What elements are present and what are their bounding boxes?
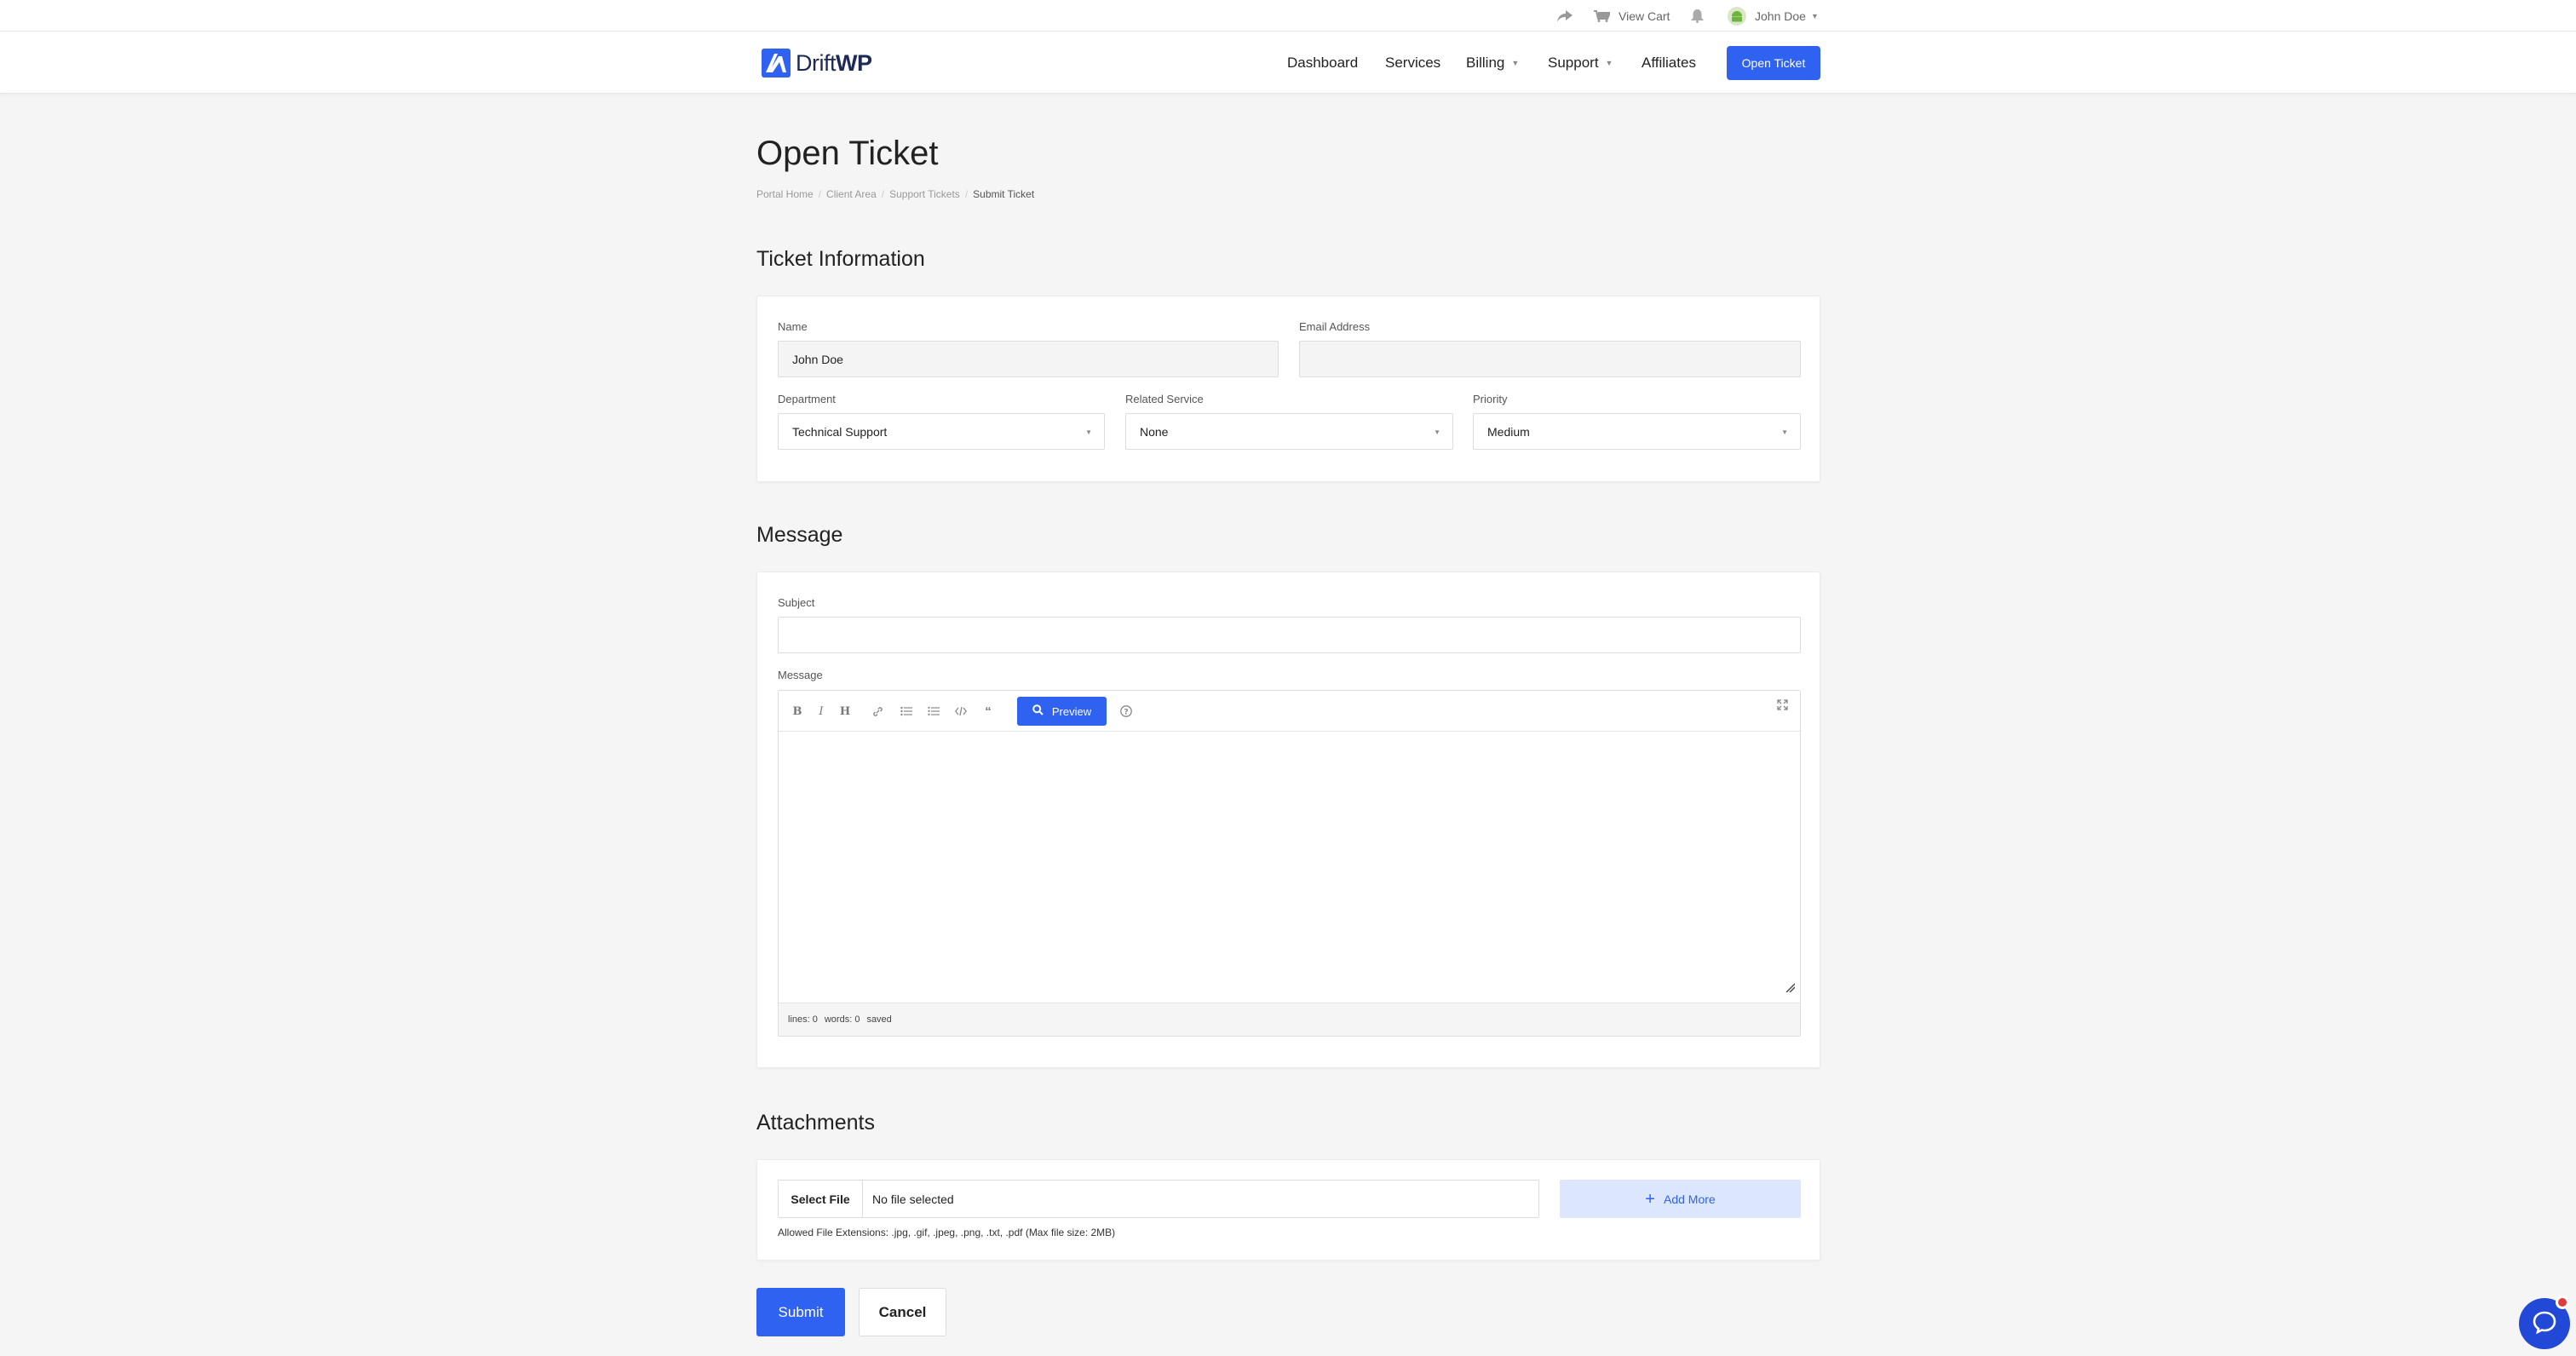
breadcrumb-portal-home[interactable]: Portal Home [756,188,814,200]
attachments-card: Select File No file selected + Add More … [756,1159,1820,1261]
main-navbar: DriftWP Dashboard Services Billing ▼ Supp… [0,32,2576,94]
add-more-label: Add More [1663,1192,1716,1206]
top-utility-bar: View Cart John Doe ▼ [0,0,2576,32]
bold-icon[interactable]: B [789,703,806,720]
add-more-button[interactable]: + Add More [1560,1180,1801,1218]
chevron-down-icon: ▼ [1434,428,1440,436]
nav-dashboard-label: Dashboard [1287,54,1359,71]
notification-badge [2556,1296,2569,1309]
submit-button[interactable]: Submit [756,1288,845,1336]
name-field[interactable]: John Doe [778,341,1279,377]
heading-icon[interactable]: H [837,703,854,720]
status-lines: lines: 0 [788,1014,818,1025]
breadcrumb-separator: / [818,188,822,200]
priority-value: Medium [1487,424,1530,439]
user-name: John Doe [1755,9,1806,23]
view-cart-label: View Cart [1619,9,1670,23]
file-input[interactable]: Select File No file selected [778,1180,1539,1218]
status-words: words: 0 [824,1014,860,1025]
select-file-button[interactable]: Select File [779,1181,863,1217]
department-select[interactable]: Technical Support ▼ [778,413,1105,450]
ticket-information-card: Name John Doe Email Address Department T… [756,296,1820,482]
cancel-button[interactable]: Cancel [859,1288,946,1336]
ordered-list-icon[interactable] [925,703,942,720]
unordered-list-icon[interactable] [898,703,915,720]
bell-icon[interactable] [1691,0,1704,32]
chevron-down-icon: ▼ [1781,428,1788,436]
plus-icon: + [1645,1189,1655,1209]
related-service-select[interactable]: None ▼ [1125,413,1453,450]
nav-affiliates[interactable]: Affiliates [1642,32,1696,94]
nav-billing[interactable]: Billing ▼ [1466,32,1519,94]
nav-dashboard[interactable]: Dashboard [1287,32,1358,94]
chevron-down-icon: ▼ [1085,428,1092,436]
preview-button[interactable]: Preview [1017,697,1107,726]
department-label: Department [778,393,836,405]
brand-name-bold: WP [836,49,872,76]
open-ticket-button[interactable]: Open Ticket [1727,46,1820,80]
attachments-heading: Attachments [756,1111,875,1135]
help-icon[interactable]: ? [1118,703,1135,720]
breadcrumb-separator: / [964,188,969,200]
user-menu[interactable]: John Doe ▼ [1728,0,1819,32]
email-field[interactable] [1299,341,1801,377]
markdown-editor: B I H “ Preview ? lines: 0 words: 0 save… [778,690,1801,1037]
chevron-down-icon: ▼ [1810,11,1819,20]
editor-statusbar: lines: 0 words: 0 saved [779,1003,1800,1036]
view-cart-link[interactable]: View Cart [1594,0,1670,32]
nav-support[interactable]: Support ▼ [1548,32,1613,94]
subject-label: Subject [778,596,815,609]
subject-input[interactable] [778,617,1801,653]
code-icon[interactable] [952,703,969,720]
brand-name: DriftWP [796,50,872,77]
name-label: Name [778,320,808,333]
file-name-display: No file selected [872,1192,954,1206]
priority-select[interactable]: Medium ▼ [1473,413,1801,450]
driftwp-logo-icon [762,49,791,78]
nav-support-label: Support [1548,54,1599,71]
nav-affiliates-label: Affiliates [1642,54,1696,71]
share-icon[interactable] [1557,0,1573,32]
breadcrumb-current: Submit Ticket [973,188,1035,200]
cart-icon [1594,9,1610,22]
svg-text:?: ? [1124,708,1128,716]
ticket-information-heading: Ticket Information [756,247,925,271]
department-value: Technical Support [792,424,888,439]
message-label: Message [778,669,823,681]
message-heading: Message [756,523,843,547]
nav-billing-label: Billing [1466,54,1505,71]
fullscreen-icon[interactable] [1774,696,1791,713]
chevron-down-icon: ▼ [1511,58,1520,67]
breadcrumb-support-tickets[interactable]: Support Tickets [889,188,960,200]
resize-handle-icon[interactable] [1785,981,1796,997]
breadcrumb-separator: / [881,188,885,200]
link-icon[interactable] [869,703,886,720]
breadcrumb-client-area[interactable]: Client Area [826,188,877,200]
android-avatar-icon [1728,6,1746,26]
brand-name-light: Drift [796,49,837,76]
quote-icon[interactable]: “ [980,703,997,720]
editor-toolbar: B I H “ Preview ? [779,691,1800,732]
related-service-label: Related Service [1125,393,1204,405]
nav-services[interactable]: Services [1385,32,1440,94]
nav-services-label: Services [1385,54,1441,71]
priority-label: Priority [1473,393,1508,405]
brand-logo[interactable]: DriftWP [762,49,872,78]
editor-textarea[interactable] [779,732,1800,1003]
allowed-extensions-note: Allowed File Extensions: .jpg, .gif, .jp… [778,1227,1116,1238]
related-service-value: None [1140,424,1169,439]
preview-label: Preview [1051,704,1092,718]
search-icon [1032,704,1044,718]
status-saved: saved [866,1014,892,1025]
chat-widget-button[interactable] [2519,1296,2570,1349]
page-title: Open Ticket [756,135,939,172]
chevron-down-icon: ▼ [1605,58,1613,67]
email-label: Email Address [1299,320,1371,333]
italic-icon[interactable]: I [813,703,830,720]
breadcrumb: Portal Home / Client Area / Support Ticket… [756,188,1034,200]
message-card: Subject Message B I H “ Preview ? lines:… [756,572,1820,1068]
chat-bubble-icon [2532,1309,2557,1339]
